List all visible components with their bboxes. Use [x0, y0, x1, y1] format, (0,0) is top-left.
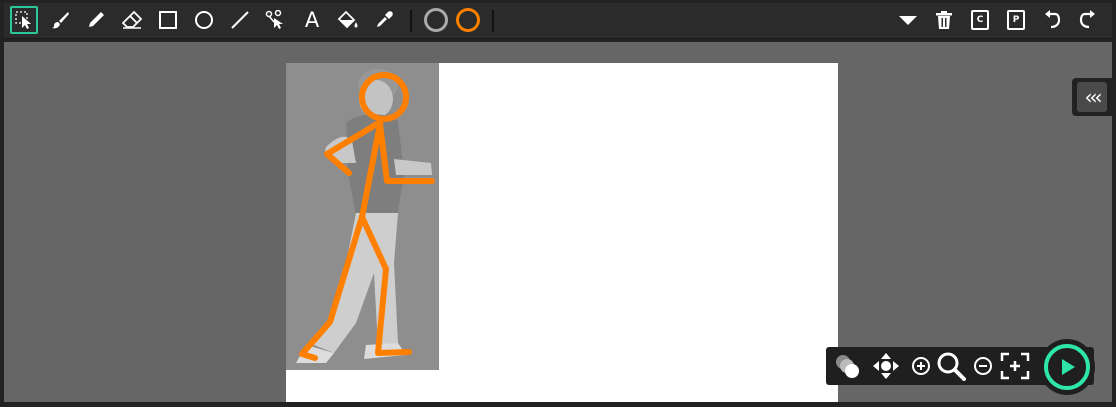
stick-left-leg: [299, 214, 365, 361]
delete-button[interactable]: [930, 6, 958, 34]
fit-screen-icon: [1000, 352, 1030, 380]
text-tool[interactable]: A: [298, 6, 326, 34]
pencil-tool[interactable]: [82, 6, 110, 34]
zoom-button[interactable]: [936, 351, 966, 381]
paste-button[interactable]: P: [1002, 6, 1030, 34]
onion-skin-button[interactable]: [832, 351, 862, 381]
top-toolbar: A C P: [4, 3, 1112, 39]
bezier-path-icon: [265, 10, 283, 29]
pencil-icon: [89, 12, 104, 27]
stick-right-leg: [359, 214, 412, 356]
select-icon: [15, 11, 31, 29]
line-icon: [231, 11, 249, 29]
eraser-icon: [121, 10, 143, 29]
copy-glyph: C: [976, 15, 984, 25]
text-icon: A: [304, 7, 320, 32]
paste-glyph: P: [1012, 15, 1020, 25]
pan-button[interactable]: [871, 351, 901, 381]
redo-button[interactable]: [1074, 6, 1102, 34]
magnifier-icon: [937, 352, 966, 381]
zoom-out-button[interactable]: [968, 351, 998, 381]
more-dropdown-button[interactable]: [894, 6, 922, 34]
orange-ring-icon: [456, 8, 480, 32]
ellipse-icon: [195, 11, 213, 29]
eyedropper-icon: [377, 11, 393, 27]
redo-icon: [1079, 10, 1095, 29]
copy-button[interactable]: C: [966, 6, 994, 34]
animation-editor: A C P ‹‹‹: [0, 0, 1116, 407]
side-panel-toggle[interactable]: ‹‹‹: [1072, 78, 1112, 116]
play-button[interactable]: [1039, 339, 1095, 395]
ellipse-tool[interactable]: [190, 6, 218, 34]
path-tool[interactable]: [262, 6, 290, 34]
undo-icon: [1045, 10, 1061, 29]
rectangle-icon: [159, 11, 177, 29]
trash-icon: [936, 11, 952, 29]
undo-button[interactable]: [1038, 6, 1066, 34]
copy-c-icon: C: [971, 10, 989, 30]
fit-screen-button[interactable]: [1000, 351, 1030, 381]
line-tool[interactable]: [226, 6, 254, 34]
rectangle-tool[interactable]: [154, 6, 182, 34]
zoom-in-button[interactable]: [906, 351, 936, 381]
zoom-in-icon: [912, 357, 930, 375]
zoom-out-icon: [974, 357, 992, 375]
brush-tool[interactable]: [46, 6, 74, 34]
eyedropper-tool[interactable]: [370, 6, 398, 34]
eraser-tool[interactable]: [118, 6, 146, 34]
stick-head: [359, 72, 409, 122]
fill-color-swatch[interactable]: [422, 6, 450, 34]
side-panel-toggle-inner: ‹‹‹: [1077, 82, 1107, 112]
toolbar-separator: [492, 10, 494, 32]
fill-tool[interactable]: [334, 6, 362, 34]
paste-p-icon: P: [1007, 10, 1025, 30]
move-arrows-icon: [873, 353, 899, 379]
toolbar-separator: [410, 10, 412, 32]
onion-skin-icon: [836, 355, 859, 378]
stroke-color-swatch[interactable]: [454, 6, 482, 34]
triple-chevron-left-icon: ‹‹‹: [1084, 85, 1103, 109]
paint-bucket-icon: [337, 10, 358, 29]
select-tool[interactable]: [10, 6, 38, 34]
brush-icon: [52, 12, 69, 29]
play-icon: [1062, 359, 1075, 375]
gray-ring-icon: [424, 8, 448, 32]
play-ring: [1044, 344, 1090, 390]
stick-right-arm: [377, 121, 435, 184]
caret-down-icon: [899, 16, 917, 25]
